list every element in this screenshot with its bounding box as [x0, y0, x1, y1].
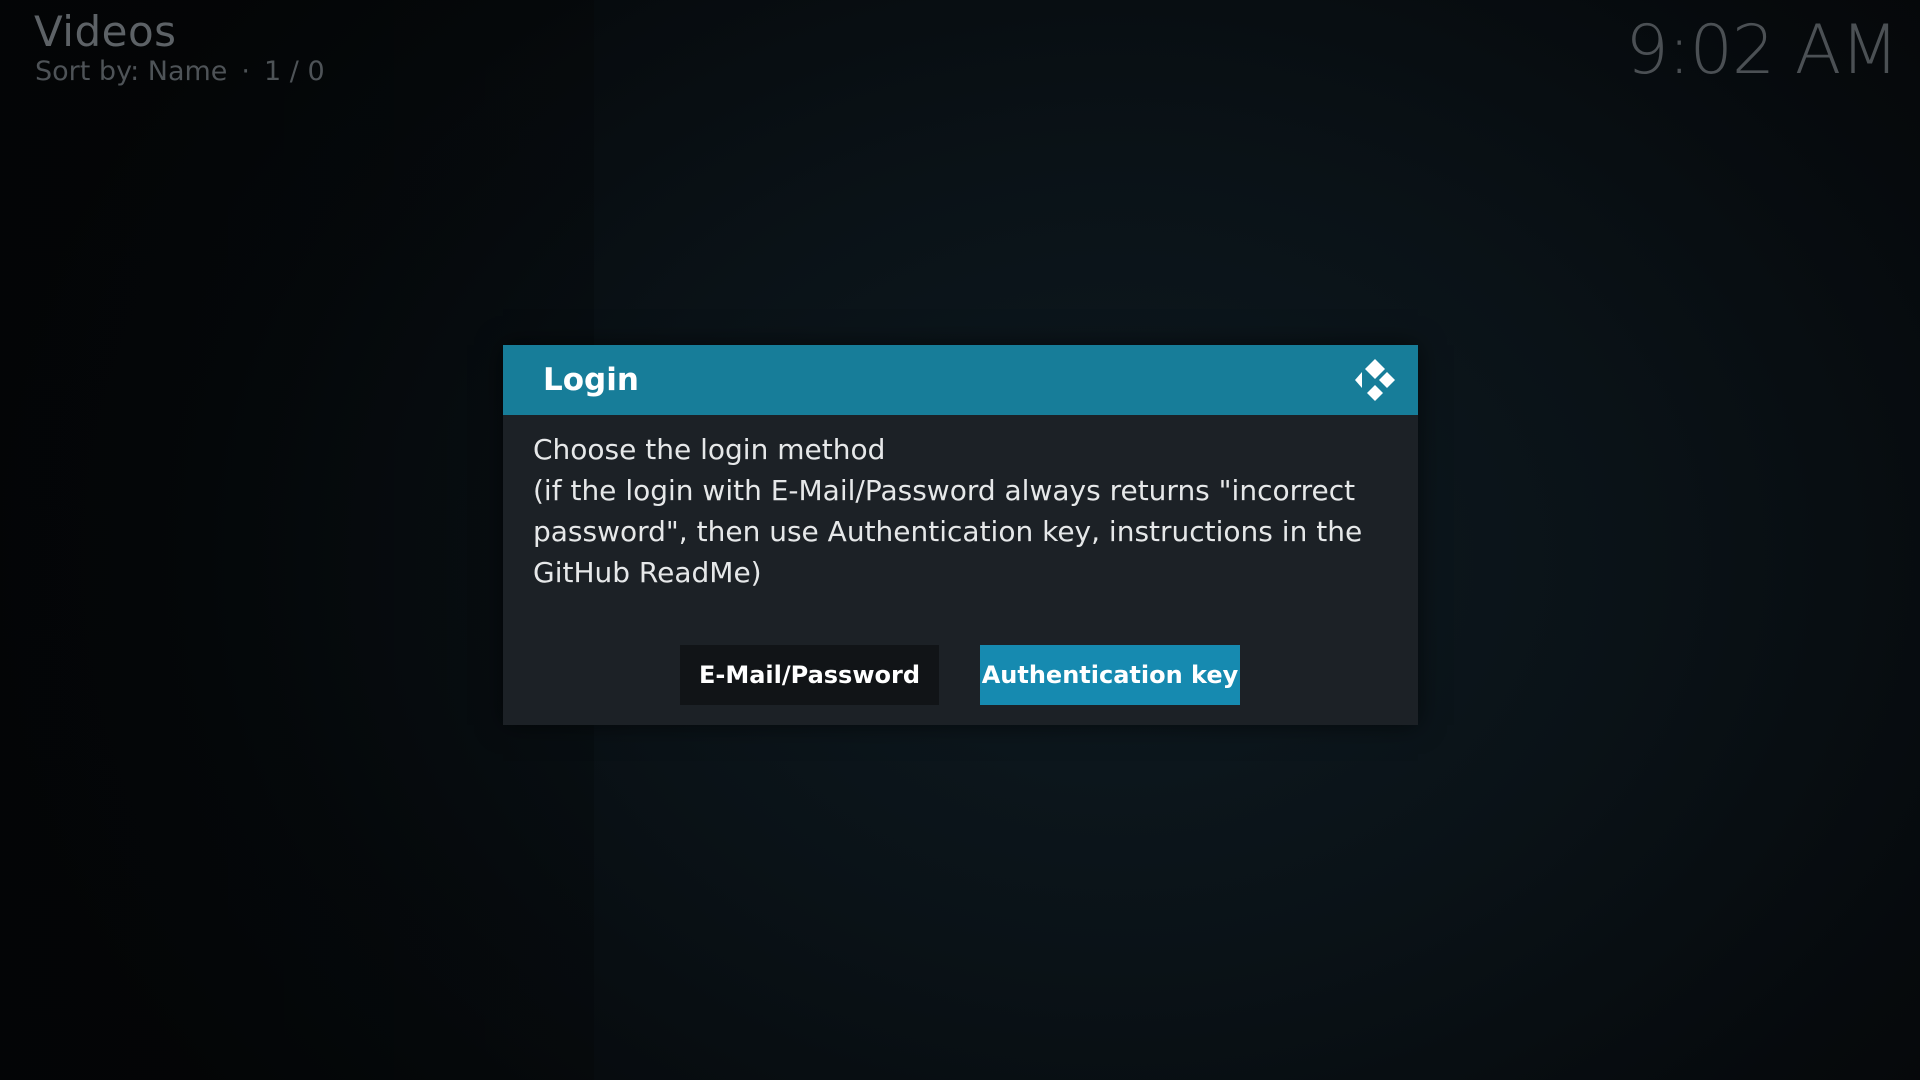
authentication-key-button[interactable]: Authentication key [980, 645, 1240, 705]
dialog-title: Login [543, 362, 639, 398]
sort-separator: · [241, 56, 251, 87]
dialog-message: Choose the login method (if the login wi… [533, 429, 1383, 593]
sort-info: Sort by: Name · 1 / 0 [35, 54, 325, 90]
email-password-button[interactable]: E-Mail/Password [680, 645, 939, 705]
message-line: GitHub ReadMe) [533, 556, 762, 589]
page-title: Videos [34, 7, 177, 56]
login-dialog: Login Choose the login method (if the lo… [503, 345, 1418, 725]
kodi-logo-icon [1355, 359, 1395, 401]
clock: 9:02 AM [1625, 11, 1899, 90]
item-position: 1 / 0 [264, 56, 325, 87]
sort-label: Sort by: Name [35, 56, 228, 87]
message-line: Choose the login method [533, 433, 886, 466]
dialog-header: Login [503, 345, 1418, 415]
message-line: password", then use Authentication key, … [533, 515, 1363, 548]
message-line: (if the login with E-Mail/Password alway… [533, 474, 1356, 507]
kodi-screen: Videos Sort by: Name · 1 / 0 9:02 AM Login… [0, 0, 1920, 1080]
